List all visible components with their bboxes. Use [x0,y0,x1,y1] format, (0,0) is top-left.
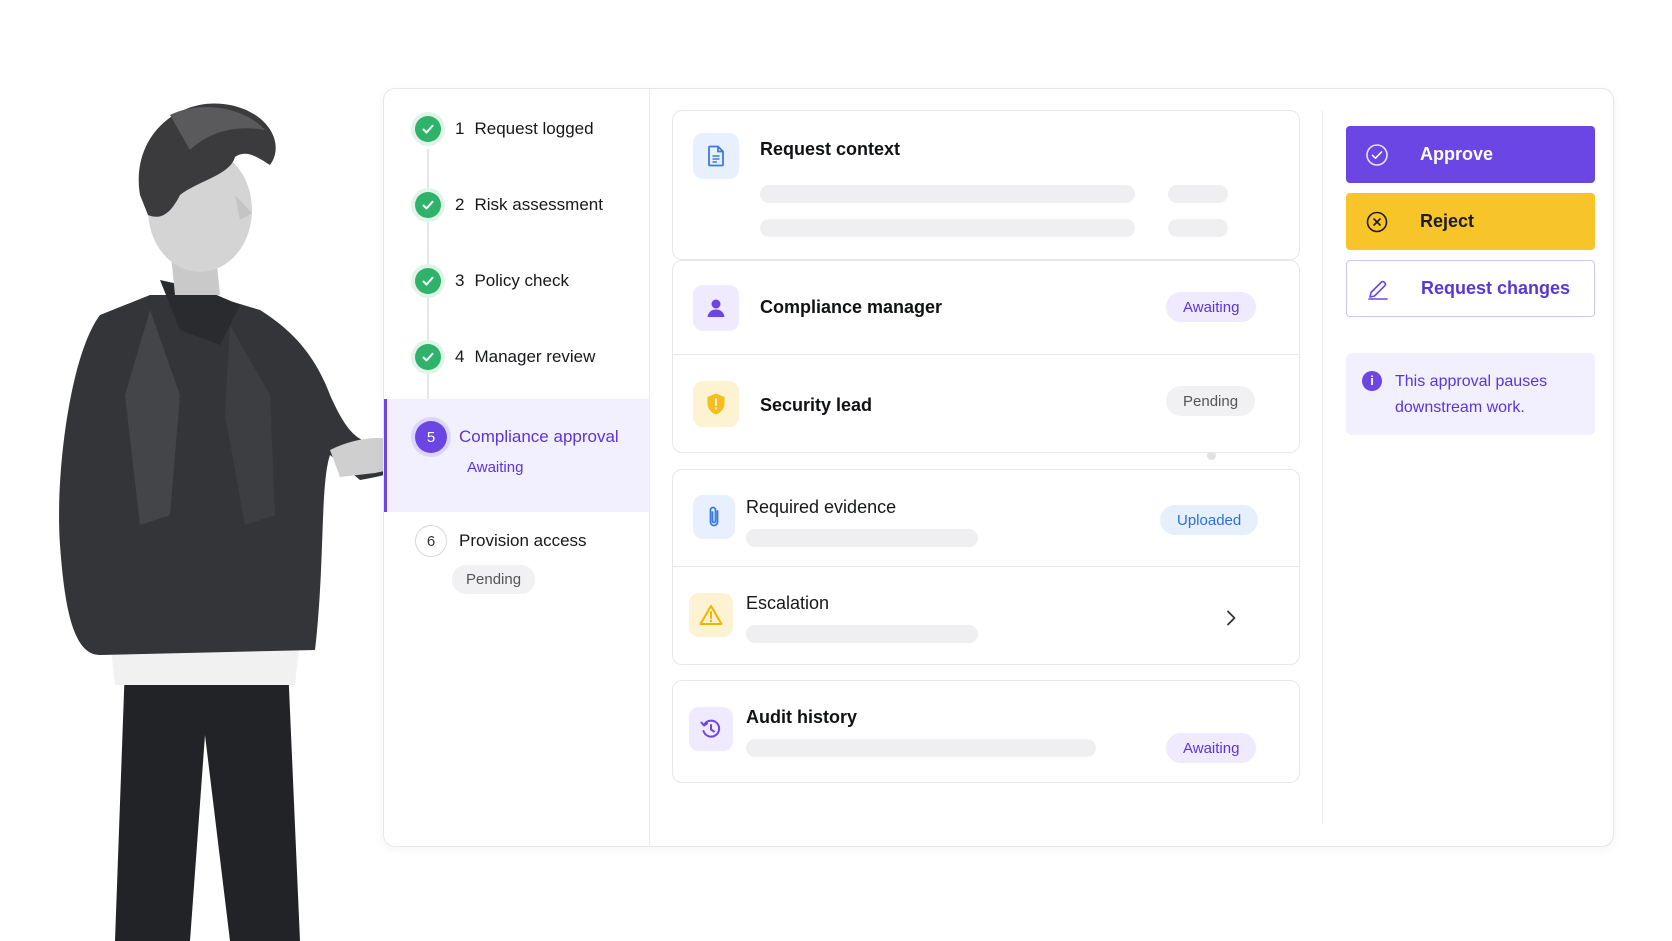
shield-icon [693,381,739,427]
request-context-panel: Request context [672,110,1300,260]
paperclip-icon [693,495,735,539]
step-compliance-approval[interactable]: 5 Compliance approval Awaiting [384,399,649,512]
step-number: 4 [455,347,465,366]
step-number: 3 [455,271,465,290]
warning-icon [689,593,733,637]
step-number-badge: 6 [415,525,447,557]
info-icon: i [1362,371,1382,391]
approve-button[interactable]: Approve [1346,126,1595,183]
panel-title: Escalation [746,593,830,613]
required-evidence-panel[interactable]: Required evidence Uploaded [672,469,1300,567]
reject-button[interactable]: Reject [1346,193,1595,250]
step-status-pill: Pending [452,565,536,594]
check-icon [415,192,441,218]
check-icon [415,344,441,370]
skeleton-line [1168,185,1228,203]
skeleton-line [760,185,1135,203]
status-badge: Awaiting [1166,733,1257,763]
info-text: This approval pauses downstream work. [1395,373,1548,416]
column-divider [1322,111,1323,824]
info-note: i This approval pauses downstream work. [1346,353,1595,435]
security-lead-panel[interactable]: Security lead Pending [672,355,1300,453]
skeleton-line [1168,219,1228,237]
approval-workflow-card: 1 Request logged 2 Risk assessment 3 Policy… [383,88,1614,847]
step-status: Awaiting [467,459,524,476]
step-risk-assessment[interactable]: 2 Risk assessment [384,185,649,225]
skeleton-line [746,529,978,547]
panel-title: Compliance manager [760,297,943,317]
status-badge: Pending [1166,386,1256,416]
skeleton-line [746,625,978,643]
step-manager-review[interactable]: 4 Manager review [384,337,649,377]
pencil-icon [1366,277,1390,301]
request-changes-button[interactable]: Request changes [1346,260,1595,317]
step-number-badge: 5 [415,421,447,453]
x-circle-icon [1365,210,1389,234]
step-provision-access[interactable]: 6 Provision access Pending [384,521,649,594]
step-label: Provision access [459,531,587,550]
escalation-panel[interactable]: Escalation [672,567,1300,665]
check-icon [415,268,441,294]
panel-title: Audit history [746,707,857,727]
check-icon [415,116,441,142]
status-badge: Uploaded [1160,505,1259,535]
check-circle-icon [1365,143,1389,167]
history-icon [689,707,733,751]
chevron-right-icon[interactable] [1224,609,1238,627]
audit-history-panel[interactable]: Audit history Awaiting [672,680,1300,783]
step-label: Risk assessment [474,195,603,214]
step-label: Manager review [474,347,596,366]
step-request-logged[interactable]: 1 Request logged [384,109,649,149]
panel-title: Required evidence [746,497,897,517]
reject-label: Reject [1420,211,1475,231]
step-policy-check[interactable]: 3 Policy check [384,261,649,301]
panel-title: Request context [760,139,901,159]
panel-title: Security lead [760,395,873,415]
step-label: Compliance approval [459,427,619,446]
step-label: Request logged [474,119,594,138]
document-icon [693,133,739,179]
skeleton-line [746,739,1096,757]
workflow-steps: 1 Request logged 2 Risk assessment 3 Policy… [384,89,650,846]
status-badge: Awaiting [1166,292,1257,322]
step-number: 2 [455,195,465,214]
user-icon [693,285,739,331]
step-number: 1 [455,119,465,138]
skeleton-line [760,219,1135,237]
compliance-manager-panel[interactable]: Compliance manager Awaiting [672,260,1300,355]
approve-label: Approve [1420,144,1494,164]
request-changes-label: Request changes [1421,278,1571,298]
step-label: Policy check [474,271,569,290]
